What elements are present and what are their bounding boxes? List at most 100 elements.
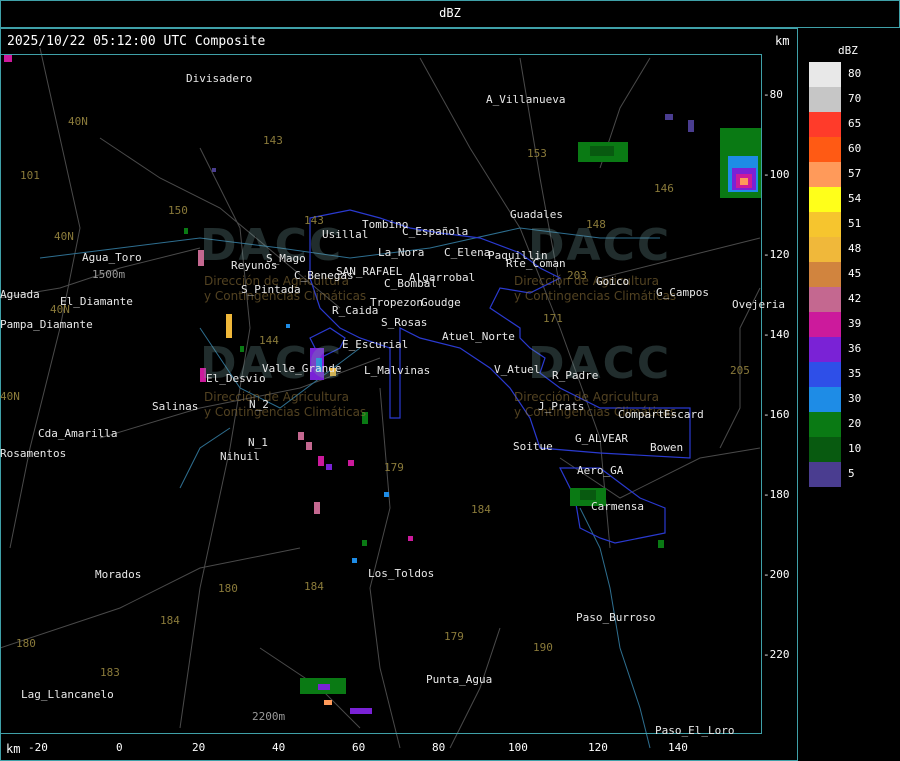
- x-tick-label: 0: [116, 741, 123, 754]
- y-tick-label: -80: [763, 88, 783, 101]
- route-label: 40N: [50, 303, 70, 316]
- legend-swatch: [809, 387, 841, 412]
- legend-label: 80: [848, 67, 862, 80]
- route-label: 179: [444, 630, 464, 643]
- place-label: El_Diamante: [60, 295, 133, 308]
- route-label: 180: [16, 637, 36, 650]
- legend-label: 20: [848, 417, 862, 430]
- place-label: Los_Toldos: [368, 567, 435, 580]
- place-label: Divisadero: [186, 72, 253, 85]
- place-label: E_Escurial: [342, 338, 409, 351]
- legend-label: 60: [848, 142, 862, 155]
- place-label: Goudge: [421, 296, 461, 309]
- place-label: Agua_Toro: [82, 251, 142, 264]
- legend-swatch: [809, 62, 841, 87]
- y-tick-label: -180: [763, 488, 790, 501]
- place-label: 2200m: [252, 710, 286, 723]
- place-label: Nihuil: [220, 450, 260, 463]
- title: dBZ: [439, 6, 461, 20]
- legend-swatch: [809, 112, 841, 137]
- route-label: 150: [168, 204, 188, 217]
- place-label: Carmensa: [591, 500, 644, 513]
- legend-label: 54: [848, 192, 862, 205]
- route-label: 148: [586, 218, 606, 231]
- place-label: Soitue: [513, 440, 553, 453]
- y-tick-label: -160: [763, 408, 790, 421]
- route-label: 143: [304, 214, 324, 227]
- route-label: 184: [304, 580, 324, 593]
- route-label: 40N: [68, 115, 88, 128]
- legend-swatch: [809, 337, 841, 362]
- route-label: 143: [263, 134, 283, 147]
- x-tick-label: 20: [192, 741, 206, 754]
- legend-label: 70: [848, 92, 862, 105]
- place-label: Pampa_Diamante: [0, 318, 93, 331]
- place-label: J_Prats: [538, 400, 585, 413]
- legend-swatch: [809, 412, 841, 437]
- legend-swatch: [809, 212, 841, 237]
- legend-label: 48: [848, 242, 862, 255]
- legend-title: dBZ: [838, 44, 858, 57]
- place-label: S_Rosas: [381, 316, 428, 329]
- legend-swatch: [809, 87, 841, 112]
- y-tick-label: -100: [763, 168, 790, 181]
- place-label: Paso_El_Loro: [655, 724, 735, 737]
- route-label: 153: [527, 147, 547, 160]
- place-label: Atuel_Norte: [442, 330, 515, 343]
- route-label: 171: [543, 312, 563, 325]
- place-label: A_Villanueva: [486, 93, 566, 106]
- place-label: Bowen: [650, 441, 684, 454]
- place-label: S_Pintada: [241, 283, 301, 296]
- route-label: 101: [20, 169, 40, 182]
- place-label: Aero_GA: [577, 464, 624, 477]
- legend-label: 51: [848, 217, 862, 230]
- route-label: 184: [160, 614, 180, 627]
- place-label: Ovejeria: [732, 298, 785, 311]
- place-label: Guadales: [510, 208, 563, 221]
- legend-label: 5: [848, 467, 855, 480]
- legend-label: 10: [848, 442, 862, 455]
- place-label: Rte_Coman: [506, 257, 566, 270]
- route-label: 183: [100, 666, 120, 679]
- x-tick-label: 100: [508, 741, 528, 754]
- place-label: El_Desvio: [206, 372, 266, 385]
- y-tick-label: -220: [763, 648, 790, 661]
- legend-swatch: [809, 362, 841, 387]
- route-label: 146: [654, 182, 674, 195]
- route-label: 144: [259, 334, 279, 347]
- legend-label: 57: [848, 167, 862, 180]
- map-border: [0, 28, 798, 761]
- legend-swatch: [809, 237, 841, 262]
- legend-label: 42: [848, 292, 862, 305]
- place-label: Lag_Llancanelo: [21, 688, 114, 701]
- units-label: km: [775, 34, 790, 48]
- x-tick-label: 80: [432, 741, 446, 754]
- place-label: Algarrobal: [409, 271, 476, 284]
- place-label: Paso_Burroso: [576, 611, 656, 624]
- place-label: Salinas: [152, 400, 199, 413]
- place-label: Rosamentos: [0, 447, 67, 460]
- place-label: C_Española: [402, 225, 469, 238]
- place-label: 1500m: [92, 268, 126, 281]
- place-label: Cda_Amarilla: [38, 427, 118, 440]
- y-tick-label: -120: [763, 248, 790, 261]
- timestamp: 2025/10/22 05:12:00 UTC Composite: [7, 34, 266, 49]
- place-label: L_Malvinas: [364, 364, 431, 377]
- y-tick-label: -200: [763, 568, 790, 581]
- place-label: N_2: [249, 398, 269, 411]
- legend-label: 65: [848, 117, 862, 130]
- place-label: Valle_Grande: [262, 362, 342, 375]
- legend-swatch: [809, 162, 841, 187]
- legend-swatch: [809, 187, 841, 212]
- route-label: 179: [384, 461, 404, 474]
- legend-swatch: [809, 287, 841, 312]
- route-label: 40N: [54, 230, 74, 243]
- x-tick-label: 40: [272, 741, 286, 754]
- route-label: 205: [730, 364, 750, 377]
- legend-label: 35: [848, 367, 862, 380]
- route-label: 203: [567, 269, 587, 282]
- legend-label: 45: [848, 267, 862, 280]
- place-label: C_Elena: [444, 246, 491, 259]
- x-tick-label: 140: [668, 741, 688, 754]
- place-label: La_Nora: [378, 246, 425, 259]
